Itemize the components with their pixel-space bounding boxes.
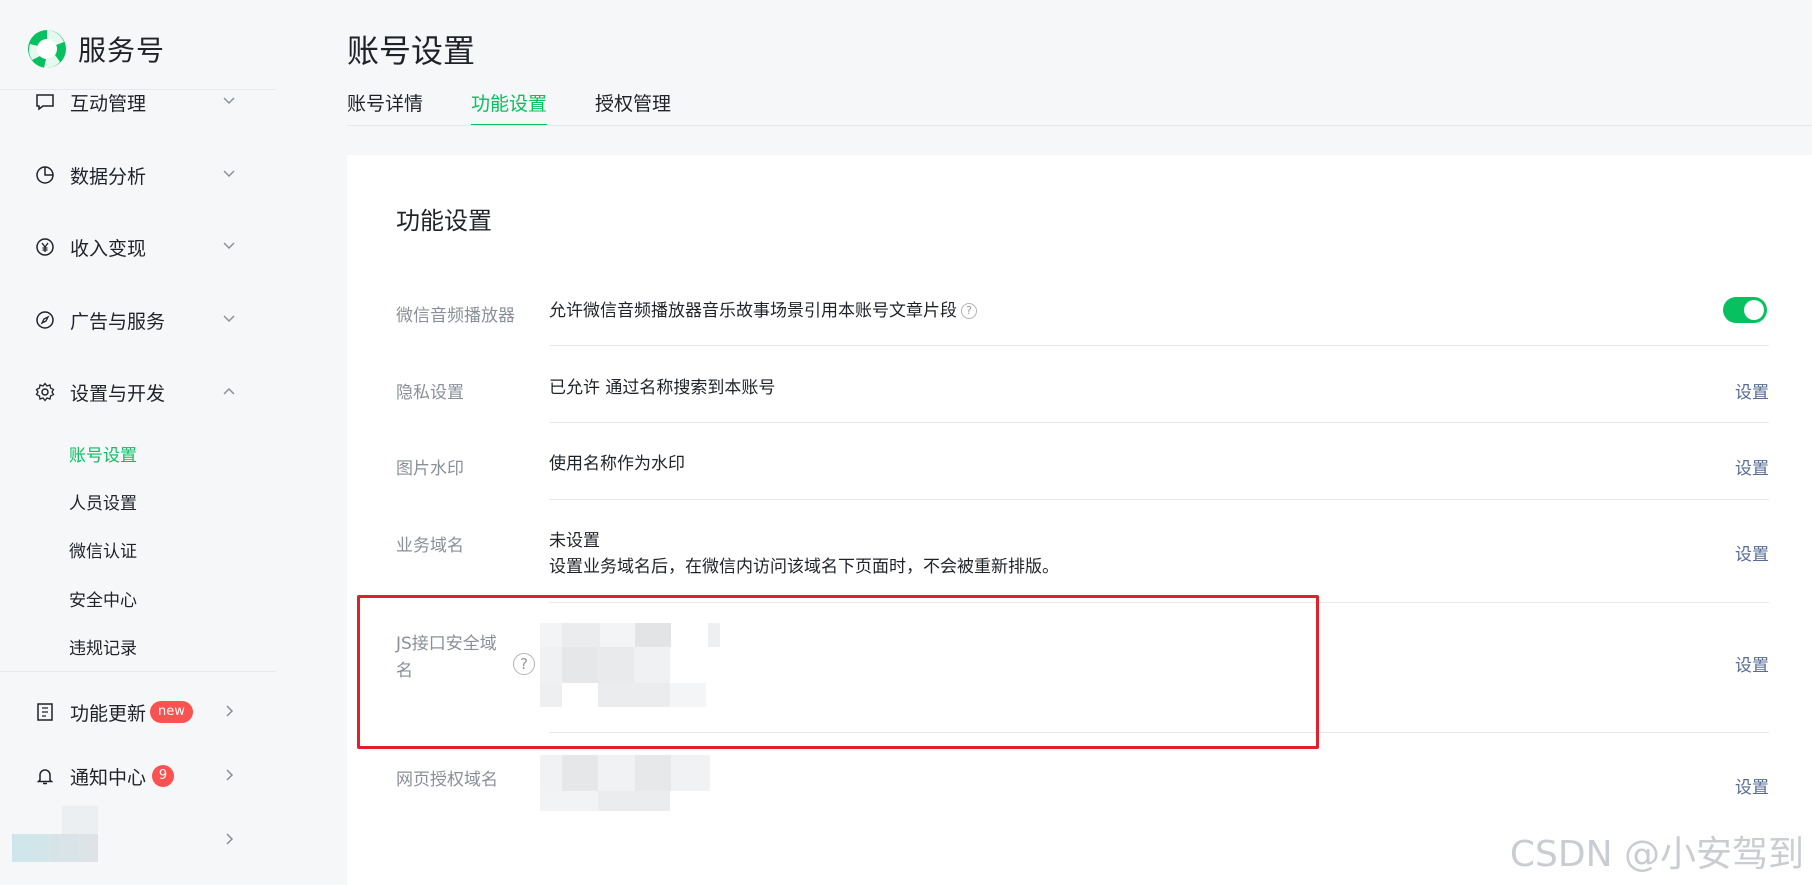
sidebar-item-label: 互动管理 [70,92,147,115]
setting-label: 隐私设置 [396,383,464,403]
chevron-down-icon [223,170,235,178]
sidebar-item-analytics[interactable]: 数据分析 [34,157,244,193]
tab-divider [347,125,1812,126]
js-domain-settings-link[interactable]: 设置 [1735,651,1769,676]
tab-authorization[interactable]: 授权管理 [595,90,671,126]
sidebar-subitem-security-center[interactable]: 安全中心 [69,586,137,616]
tab-feature-settings[interactable]: 功能设置 [471,90,548,126]
sidebar-item-notifications[interactable]: 通知中心 9 [34,758,244,794]
notification-count-badge: 9 [152,765,175,787]
sidebar-subitem-violation-records[interactable]: 违规记录 [69,634,137,664]
sidebar-item-label: 数据分析 [70,165,147,188]
setting-value: 已允许 通过名称搜索到本账号 [549,378,776,398]
chevron-up-icon [223,387,235,395]
pie-chart-icon [34,164,56,186]
book-icon [34,701,56,723]
card-title: 功能设置 [396,207,492,235]
yen-icon [34,236,56,258]
business-domain-hint: 设置业务域名后，在微信内访问该域名下页面时，不会被重新排版。 [549,557,1059,577]
watermark-settings-link[interactable]: 设置 [1735,454,1769,479]
row-divider [549,345,1769,346]
sidebar-item-label: 功能更新 [70,702,147,725]
sidebar-item-label: 通知中心 [70,766,147,789]
sidebar-item-settings-dev[interactable]: 设置与开发 [34,374,244,410]
new-badge: new [150,701,193,723]
chevron-down-icon [223,97,235,105]
app-name: 服务号 [78,34,166,67]
setting-row-privacy: 隐私设置 已允许 通过名称搜索到本账号 设置 [347,378,1812,448]
account-avatar [12,834,98,862]
business-domain-status: 未设置 [549,531,600,551]
feature-settings-card: 功能设置 微信音频播放器 允许微信音频播放器音乐故事场景引用本账号文章片段? 隐… [347,155,1812,885]
oauth-domain-value-blurred [540,755,730,815]
business-domain-settings-link[interactable]: 设置 [1735,540,1769,565]
sidebar-item-ads[interactable]: 广告与服务 [34,302,244,338]
chat-icon [34,91,56,113]
sidebar-item-label: 收入变现 [70,237,147,260]
sidebar-subitem-wechat-verify[interactable]: 微信认证 [69,537,137,567]
row-divider [549,422,1769,423]
page-title: 账号设置 [347,32,476,70]
bell-icon [34,765,56,787]
app-logo[interactable]: 服务号 [26,26,165,72]
sidebar-subitem-member-settings[interactable]: 人员设置 [69,489,137,519]
setting-label: 微信音频播放器 [396,306,515,326]
gear-icon [34,381,56,403]
sidebar-item-feature-updates[interactable]: 功能更新 new [34,694,244,730]
chevron-right-icon [226,705,234,717]
audio-player-toggle[interactable] [1723,297,1767,323]
setting-value: 允许微信音频播放器音乐故事场景引用本账号文章片段? [549,298,977,324]
oauth-domain-settings-link[interactable]: 设置 [1735,773,1769,798]
sidebar-subitem-account-settings[interactable]: 账号设置 [69,441,137,471]
privacy-settings-link[interactable]: 设置 [1735,378,1769,403]
chevron-right-icon [226,769,234,781]
tab-bar: 账号详情 功能设置 授权管理 [347,90,719,126]
setting-label: 网页授权域名 [396,770,498,790]
chevron-right-icon [226,833,234,845]
sidebar: 服务号 互动管理 数据分析 收入变现 广告与服务 设置与开发 账号设置 人员设置… [0,0,276,885]
help-icon[interactable]: ? [961,303,977,319]
row-divider [549,499,1769,500]
setting-value-text: 允许微信音频播放器音乐故事场景引用本账号文章片段 [549,301,957,321]
account-avatar-blur [62,806,98,834]
watermark: CSDN @小安驾到 [1509,834,1804,875]
tab-account-details[interactable]: 账号详情 [347,90,423,126]
compass-icon [34,309,56,331]
sidebar-item-label: 广告与服务 [70,310,166,333]
chevron-down-icon [223,242,235,250]
sidebar-divider [0,671,276,672]
setting-row-audio-player: 微信音频播放器 允许微信音频播放器音乐故事场景引用本账号文章片段? [347,297,1812,371]
sidebar-item-label: 设置与开发 [70,382,166,405]
highlight-box [357,595,1319,749]
sidebar-item-interaction[interactable]: 互动管理 [34,84,244,120]
setting-value: 使用名称作为水印 [549,454,685,474]
setting-row-watermark: 图片水印 使用名称作为水印 设置 [347,454,1812,524]
chevron-down-icon [223,315,235,323]
setting-label: 图片水印 [396,459,464,479]
setting-label: 业务域名 [396,536,464,556]
account-switcher[interactable] [12,806,262,866]
setting-value: 未设置 设置业务域名后，在微信内访问该域名下页面时，不会被重新排版。 [549,528,1059,580]
sidebar-item-revenue[interactable]: 收入变现 [34,229,244,265]
wechat-service-logo-icon [26,28,68,70]
